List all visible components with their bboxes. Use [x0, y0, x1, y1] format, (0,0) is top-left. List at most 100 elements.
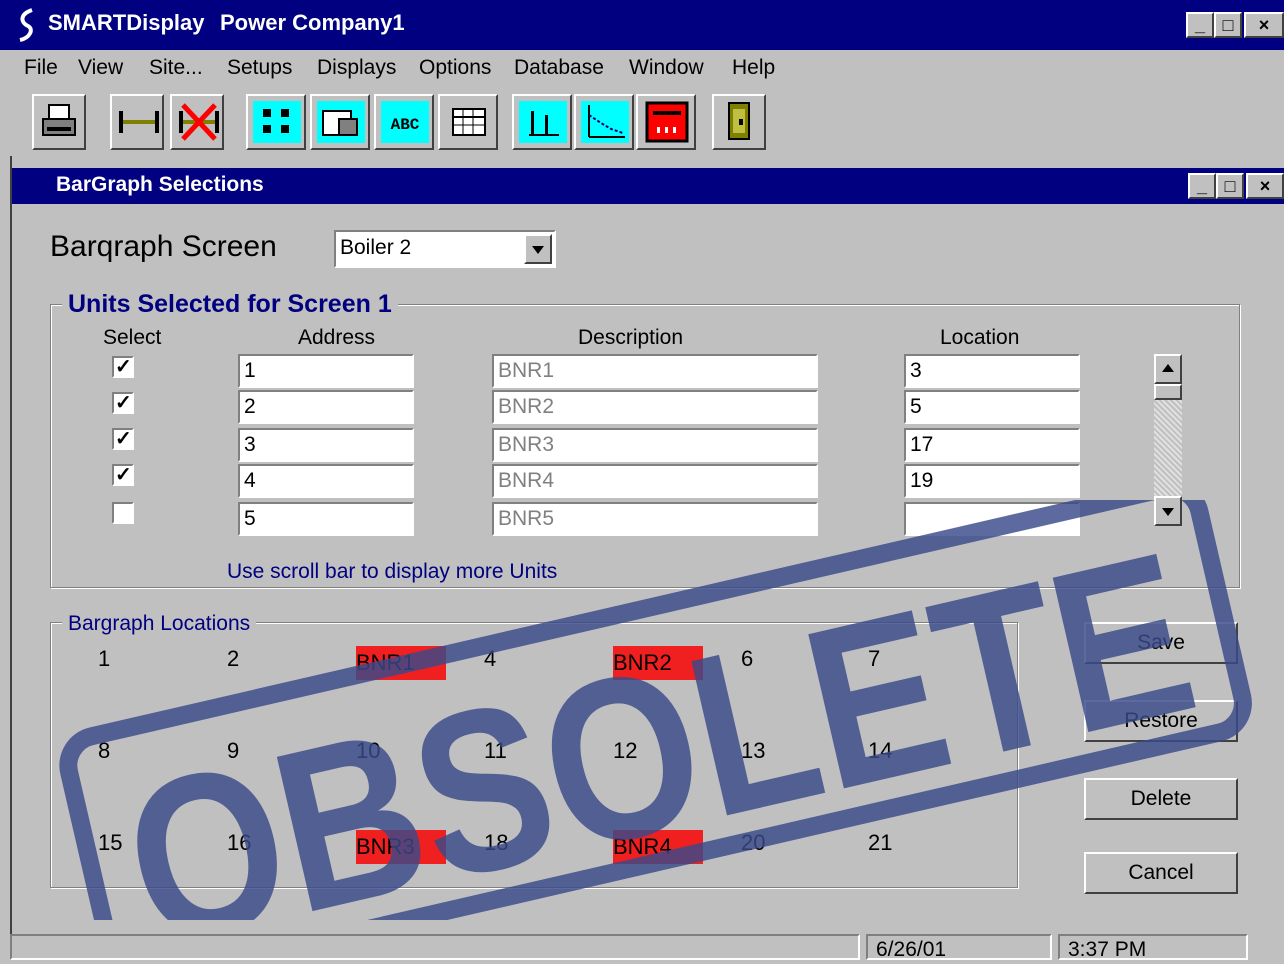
- location-cell[interactable]: 1: [98, 642, 188, 676]
- scroll-thumb[interactable]: [1154, 384, 1182, 400]
- list-display-button[interactable]: [246, 94, 306, 150]
- scroll-hint: Use scroll bar to display more Units: [227, 560, 558, 583]
- location-cell-assigned[interactable]: BNR3: [356, 830, 446, 864]
- child-maximize-button[interactable]: □: [1216, 173, 1244, 199]
- app-maximize-button[interactable]: □: [1214, 12, 1242, 38]
- location-field-5[interactable]: [904, 502, 1080, 536]
- menu-options[interactable]: Options: [419, 56, 491, 80]
- grid-display-button[interactable]: [438, 94, 498, 150]
- status-message: [10, 934, 860, 960]
- print-button[interactable]: [32, 94, 86, 150]
- bargraph-button[interactable]: [512, 94, 572, 150]
- location-cell[interactable]: 10: [356, 734, 446, 768]
- check-icon: ✓: [115, 392, 132, 414]
- trend-button[interactable]: [574, 94, 634, 150]
- header-description: Description: [578, 326, 684, 349]
- select-checkbox-2[interactable]: ✓: [112, 392, 134, 414]
- menu-site[interactable]: Site...: [149, 56, 203, 80]
- table-display-button[interactable]: [310, 94, 370, 150]
- connect-button[interactable]: [110, 94, 164, 150]
- description-field-5[interactable]: BNR5: [492, 502, 818, 536]
- exit-button[interactable]: [712, 94, 766, 150]
- locations-group-title: Bargraph Locations: [62, 612, 257, 636]
- screen-select[interactable]: Boiler 2: [334, 230, 556, 268]
- restore-button[interactable]: Restore: [1084, 700, 1238, 742]
- menu-file[interactable]: File: [24, 56, 58, 80]
- menu-database[interactable]: Database: [514, 56, 604, 80]
- meter-button[interactable]: [636, 94, 696, 150]
- document-name: Power Company1: [220, 10, 620, 36]
- address-field-2[interactable]: 2: [238, 390, 414, 424]
- menu-help[interactable]: Help: [732, 56, 775, 80]
- description-field-2[interactable]: BNR2: [492, 390, 818, 424]
- location-cell[interactable]: 9: [227, 734, 317, 768]
- app-close-button[interactable]: ×: [1244, 12, 1284, 38]
- list-display-icon: [253, 101, 301, 143]
- description-field-4[interactable]: BNR4: [492, 464, 818, 498]
- table-display-icon: [317, 101, 365, 143]
- menu-displays[interactable]: Displays: [317, 56, 396, 80]
- location-field-3[interactable]: 17: [904, 428, 1080, 462]
- location-cell[interactable]: 13: [741, 734, 831, 768]
- screen-select-value: Boiler 2: [340, 236, 412, 259]
- text-display-button[interactable]: ABC: [374, 94, 434, 150]
- scroll-down-button[interactable]: [1154, 496, 1182, 526]
- location-cell[interactable]: 14: [868, 734, 958, 768]
- select-checkbox-3[interactable]: ✓: [112, 428, 134, 450]
- location-cell[interactable]: 21: [868, 826, 958, 860]
- address-field-3[interactable]: 3: [238, 428, 414, 462]
- location-cell[interactable]: 2: [227, 642, 317, 676]
- location-cell[interactable]: 15: [98, 826, 188, 860]
- arrow-up-icon: [1162, 364, 1174, 372]
- disconnect-button[interactable]: [170, 94, 224, 150]
- location-cell-assigned[interactable]: BNR1: [356, 646, 446, 680]
- location-cell[interactable]: 20: [741, 826, 831, 860]
- menu-setups[interactable]: Setups: [227, 56, 292, 80]
- location-cell[interactable]: 12: [613, 734, 703, 768]
- exit-door-icon: [728, 102, 750, 140]
- location-field-1[interactable]: 3: [904, 354, 1080, 388]
- svg-text:ABC: ABC: [391, 116, 420, 134]
- select-checkbox-5[interactable]: [112, 502, 134, 524]
- address-field-1[interactable]: 1: [238, 354, 414, 388]
- scroll-up-button[interactable]: [1154, 354, 1182, 384]
- chevron-down-icon: [532, 246, 544, 254]
- select-checkbox-1[interactable]: ✓: [112, 356, 134, 378]
- address-field-5[interactable]: 5: [238, 502, 414, 536]
- location-cell[interactable]: 6: [741, 642, 831, 676]
- app-minimize-button[interactable]: _: [1186, 12, 1214, 38]
- app-title-bar: SMARTDisplay Power Company1 _ □ ×: [0, 0, 1284, 50]
- header-select: Select: [103, 326, 162, 349]
- menu-view[interactable]: View: [78, 56, 123, 80]
- location-cell-assigned[interactable]: BNR4: [613, 830, 703, 864]
- printer-icon: [42, 104, 76, 136]
- menu-window[interactable]: Window: [629, 56, 704, 80]
- child-minimize-button[interactable]: _: [1188, 173, 1216, 199]
- save-button[interactable]: Save: [1084, 622, 1238, 664]
- child-title-bar: BarGraph Selections _ □ ×: [12, 168, 1284, 204]
- location-cell[interactable]: 16: [227, 826, 317, 860]
- location-cell[interactable]: 11: [484, 734, 574, 768]
- check-icon: ✓: [115, 428, 132, 450]
- location-field-2[interactable]: 5: [904, 390, 1080, 424]
- check-icon: ✓: [115, 464, 132, 486]
- location-cell[interactable]: 4: [484, 642, 574, 676]
- address-field-4[interactable]: 4: [238, 464, 414, 498]
- select-checkbox-4[interactable]: ✓: [112, 464, 134, 486]
- connect-icon: [119, 111, 159, 133]
- cancel-button[interactable]: Cancel: [1084, 852, 1238, 894]
- dropdown-button[interactable]: [524, 234, 552, 264]
- units-scrollbar[interactable]: [1154, 354, 1182, 526]
- location-field-4[interactable]: 19: [904, 464, 1080, 498]
- location-cell[interactable]: 18: [484, 826, 574, 860]
- description-field-3[interactable]: BNR3: [492, 428, 818, 462]
- app-name: SMARTDisplay: [48, 10, 205, 35]
- location-cell[interactable]: 8: [98, 734, 188, 768]
- delete-button[interactable]: Delete: [1084, 778, 1238, 820]
- status-time: 3:37 PM: [1058, 934, 1248, 961]
- location-cell-assigned[interactable]: BNR2: [613, 646, 703, 680]
- child-close-button[interactable]: ×: [1246, 173, 1284, 199]
- description-field-1[interactable]: BNR1: [492, 354, 818, 388]
- text-display-icon: ABC: [381, 101, 429, 143]
- location-cell[interactable]: 7: [868, 642, 958, 676]
